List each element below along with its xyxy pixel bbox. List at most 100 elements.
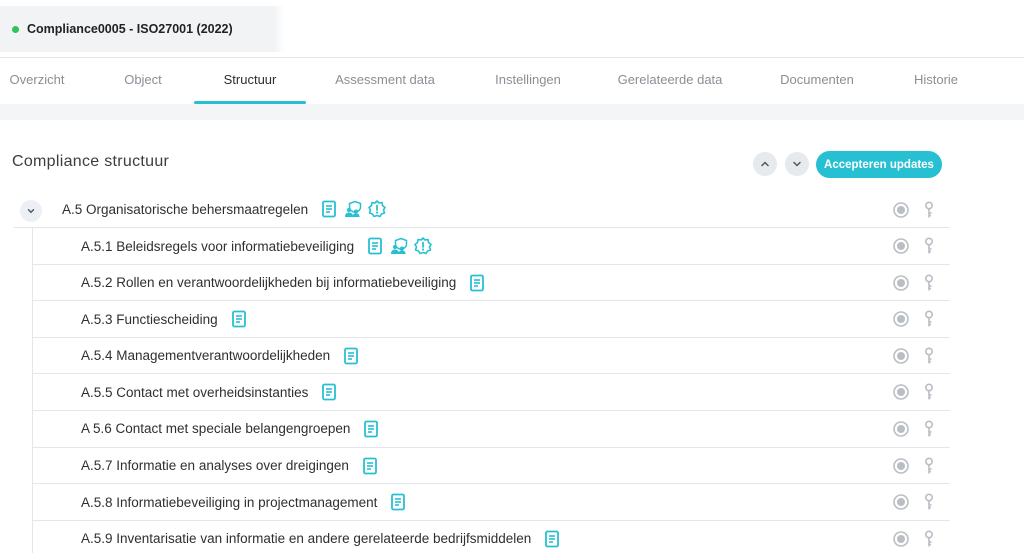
row-icons: [366, 237, 432, 255]
tab-object[interactable]: Object: [108, 58, 178, 104]
row-label-group: A.5.7 Informatie en analyses over dreigi…: [81, 457, 379, 475]
row-label: A.5.7 Informatie en analyses over dreigi…: [81, 458, 349, 474]
tab-assessment-data[interactable]: Assessment data: [322, 58, 448, 104]
key-icon[interactable]: [920, 383, 938, 401]
tree-row-a5-6[interactable]: A 5.6 Contact met speciale belangengroep…: [33, 411, 950, 448]
target-icon[interactable]: [892, 274, 910, 292]
warning-gear-icon[interactable]: [414, 237, 432, 255]
children-list: A.5.1 Beleidsregels voor informatiebevei…: [32, 228, 950, 553]
accept-updates-button[interactable]: Accepteren updates: [816, 151, 942, 178]
tree-row-a5-8[interactable]: A.5.8 Informatiebeveiliging in projectma…: [33, 484, 950, 521]
row-label: A.5.9 Inventarisatie van informatie en a…: [81, 531, 532, 547]
row-label: A.5.2 Rollen en verantwoordelijkheden bi…: [81, 275, 457, 291]
tree-row-a5-5[interactable]: A.5.5 Contact met overheidsinstanties: [33, 374, 950, 411]
row-icons: [230, 310, 248, 328]
row-actions: [892, 201, 938, 219]
row-icons: [361, 457, 379, 475]
tree-row-a5-7[interactable]: A.5.7 Informatie en analyses over dreigi…: [33, 448, 950, 485]
target-icon[interactable]: [892, 347, 910, 365]
row-icons: [362, 420, 380, 438]
target-icon[interactable]: [892, 310, 910, 328]
section-title: Compliance structuur: [12, 153, 170, 170]
row-label-group: A.5.1 Beleidsregels voor informatiebevei…: [81, 237, 432, 255]
document-icon[interactable]: [366, 237, 384, 255]
row-icons: [468, 274, 486, 292]
row-label: A 5.6 Contact met speciale belangengroep…: [81, 421, 351, 437]
document-icon[interactable]: [361, 457, 379, 475]
document-icon[interactable]: [468, 274, 486, 292]
row-actions: [892, 457, 938, 475]
row-label: A.5.5 Contact met overheidsinstanties: [81, 384, 309, 400]
key-icon[interactable]: [920, 347, 938, 365]
status-dot: [12, 25, 19, 33]
collapse-toggle[interactable]: [20, 200, 42, 222]
tree-row-a5-4[interactable]: A.5.4 Managementverantwoordelijkheden: [33, 338, 950, 375]
row-actions: [892, 420, 938, 438]
row-actions: [892, 310, 938, 328]
record-header: Compliance0005 - ISO27001 (2022): [0, 6, 284, 52]
tab-overzicht[interactable]: Overzicht: [0, 58, 74, 104]
collapse-all-button[interactable]: [753, 152, 777, 176]
key-icon[interactable]: [920, 493, 938, 511]
tree-row-a5-9[interactable]: A.5.9 Inventarisatie van informatie en a…: [33, 521, 950, 553]
key-icon[interactable]: [920, 237, 938, 255]
key-icon[interactable]: [920, 310, 938, 328]
row-actions: [892, 274, 938, 292]
row-icons: [320, 200, 386, 218]
tree-row-a5-2[interactable]: A.5.2 Rollen en verantwoordelijkheden bi…: [33, 265, 950, 302]
row-label: A.5.3 Functiescheiding: [81, 311, 218, 327]
chevron-down-icon: [793, 161, 801, 167]
row-label-group: A.5.9 Inventarisatie van informatie en a…: [81, 530, 561, 548]
document-icon[interactable]: [342, 347, 360, 365]
document-icon[interactable]: [230, 310, 248, 328]
tree-row-a5-3[interactable]: A.5.3 Functiescheiding: [33, 301, 950, 338]
row-label: A.5.8 Informatiebeveiliging in projectma…: [81, 494, 378, 510]
row-label-group: A.5.3 Functiescheiding: [81, 310, 248, 328]
target-icon[interactable]: [892, 383, 910, 401]
target-icon[interactable]: [892, 237, 910, 255]
target-icon[interactable]: [892, 493, 910, 511]
tab-documenten[interactable]: Documenten: [768, 58, 866, 104]
tab-instellingen[interactable]: Instellingen: [478, 58, 578, 104]
warning-gear-icon[interactable]: [368, 200, 386, 218]
tab-bar: Overzicht Object Structuur Assessment da…: [0, 58, 1024, 104]
row-actions: [892, 347, 938, 365]
tab-historie[interactable]: Historie: [900, 58, 972, 104]
people-shield-icon[interactable]: [390, 237, 408, 255]
row-label-group: A.5.5 Contact met overheidsinstanties: [81, 383, 338, 401]
target-icon[interactable]: [892, 201, 910, 219]
compliance-tree: A.5 Organisatorische behersmaatregelen A…: [14, 192, 950, 553]
document-icon[interactable]: [543, 530, 561, 548]
expand-all-button[interactable]: [785, 152, 809, 176]
target-icon[interactable]: [892, 457, 910, 475]
key-icon[interactable]: [920, 457, 938, 475]
document-icon[interactable]: [320, 200, 338, 218]
row-label: A.5 Organisatorische behersmaatregelen: [62, 201, 309, 217]
chevron-down-icon: [27, 209, 35, 214]
row-icons: [342, 347, 360, 365]
key-icon[interactable]: [920, 530, 938, 548]
tree-row-a5-1[interactable]: A.5.1 Beleidsregels voor informatiebevei…: [33, 228, 950, 265]
row-actions: [892, 530, 938, 548]
target-icon[interactable]: [892, 420, 910, 438]
tree-row-a5[interactable]: A.5 Organisatorische behersmaatregelen: [14, 192, 950, 228]
row-actions: [892, 383, 938, 401]
row-actions: [892, 237, 938, 255]
key-icon[interactable]: [920, 420, 938, 438]
target-icon[interactable]: [892, 530, 910, 548]
tab-structuur[interactable]: Structuur: [194, 58, 306, 104]
people-shield-icon[interactable]: [344, 200, 362, 218]
content-separator: [0, 104, 1024, 120]
key-icon[interactable]: [920, 274, 938, 292]
document-icon[interactable]: [320, 383, 338, 401]
row-icons: [389, 493, 407, 511]
row-actions: [892, 493, 938, 511]
key-icon[interactable]: [920, 201, 938, 219]
tab-gerelateerde-data[interactable]: Gerelateerde data: [608, 58, 732, 104]
row-label-group: A 5.6 Contact met speciale belangengroep…: [81, 420, 380, 438]
document-icon[interactable]: [362, 420, 380, 438]
document-icon[interactable]: [389, 493, 407, 511]
row-label: A.5.4 Managementverantwoordelijkheden: [81, 348, 331, 364]
row-label-group: A.5.8 Informatiebeveiliging in projectma…: [81, 493, 407, 511]
row-label-group: A.5.4 Managementverantwoordelijkheden: [81, 347, 360, 365]
